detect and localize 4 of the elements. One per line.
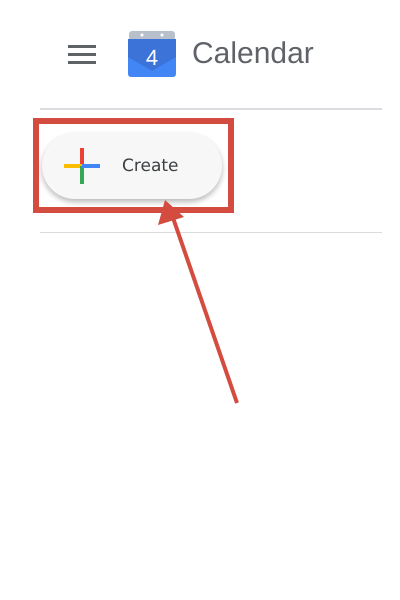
create-button[interactable]: Create xyxy=(42,133,222,199)
menu-icon[interactable] xyxy=(68,44,96,64)
plus-icon xyxy=(64,148,100,184)
app-title: Calendar xyxy=(192,37,314,71)
